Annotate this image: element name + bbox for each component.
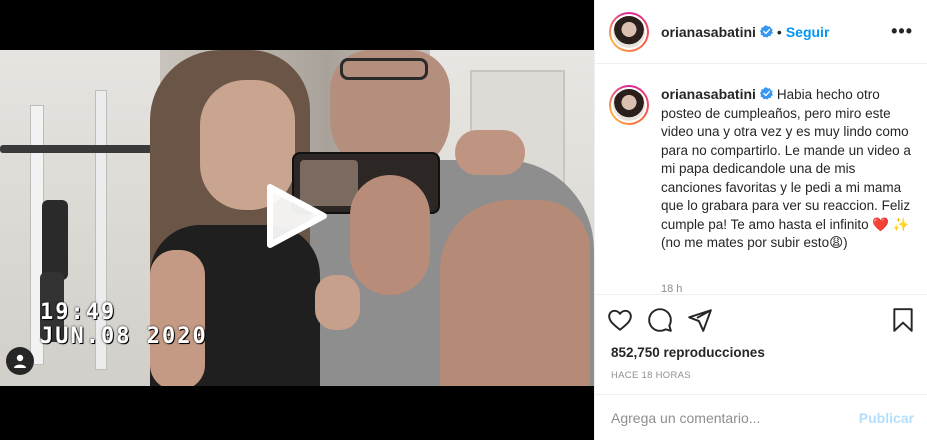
comment-icon[interactable]: [647, 307, 673, 333]
user-tag-icon[interactable]: [6, 347, 34, 375]
header-username[interactable]: orianasabatini: [661, 24, 756, 40]
caption-text-block: orianasabatini Habia hecho otro posteo d…: [661, 85, 914, 253]
bookmark-icon[interactable]: [890, 307, 916, 333]
avatar-image: [613, 15, 645, 48]
comment-bar: Publicar: [595, 394, 927, 440]
caption-section: orianasabatini Habia hecho otro posteo d…: [595, 65, 927, 293]
post-actions: 852,750 reproducciones HACE 18 HORAS: [595, 294, 927, 381]
glasses: [340, 58, 428, 80]
avatar[interactable]: [609, 11, 649, 52]
post-header: orianasabatini • Seguir •••: [595, 0, 927, 64]
play-icon[interactable]: [266, 183, 328, 249]
separator-dot: •: [776, 23, 782, 40]
avatar-image: [613, 89, 645, 121]
comment-input[interactable]: [611, 409, 859, 426]
avatar-frame: [611, 13, 647, 50]
more-options-icon[interactable]: •••: [891, 21, 913, 42]
avatar-frame: [611, 87, 647, 123]
man-arm: [440, 200, 590, 386]
view-count[interactable]: 852,750 reproducciones: [611, 345, 916, 360]
verified-badge-icon: [759, 25, 773, 38]
caption-text: Habia hecho otro posteo de cumpleaños, p…: [661, 87, 911, 250]
user-icon: [14, 354, 26, 368]
caption-avatar[interactable]: [609, 85, 649, 125]
share-icon[interactable]: [687, 307, 713, 333]
woman-arm: [150, 250, 205, 386]
post-sidebar: orianasabatini • Seguir ••• orianasabati…: [594, 0, 927, 440]
hand: [455, 130, 525, 175]
caption-time: 18 h: [661, 283, 683, 293]
hand: [315, 275, 360, 330]
video-timestamp-date: JUN.08 2020: [40, 324, 208, 349]
action-icons: [607, 305, 916, 335]
video-player[interactable]: 19:49 JUN.08 2020: [0, 0, 594, 440]
verified-badge-icon: [759, 87, 773, 100]
video-timestamp-time: 19:49: [40, 300, 117, 325]
weight-plate: [42, 200, 68, 280]
hand: [350, 175, 430, 295]
follow-button[interactable]: Seguir: [786, 24, 830, 40]
publish-button[interactable]: Publicar: [859, 410, 914, 426]
heart-icon[interactable]: [607, 307, 633, 333]
caption-username[interactable]: orianasabatini: [661, 86, 756, 102]
barbell: [0, 145, 170, 153]
post-timestamp[interactable]: HACE 18 HORAS: [611, 370, 916, 381]
caption-row: orianasabatini Habia hecho otro posteo d…: [609, 85, 914, 253]
